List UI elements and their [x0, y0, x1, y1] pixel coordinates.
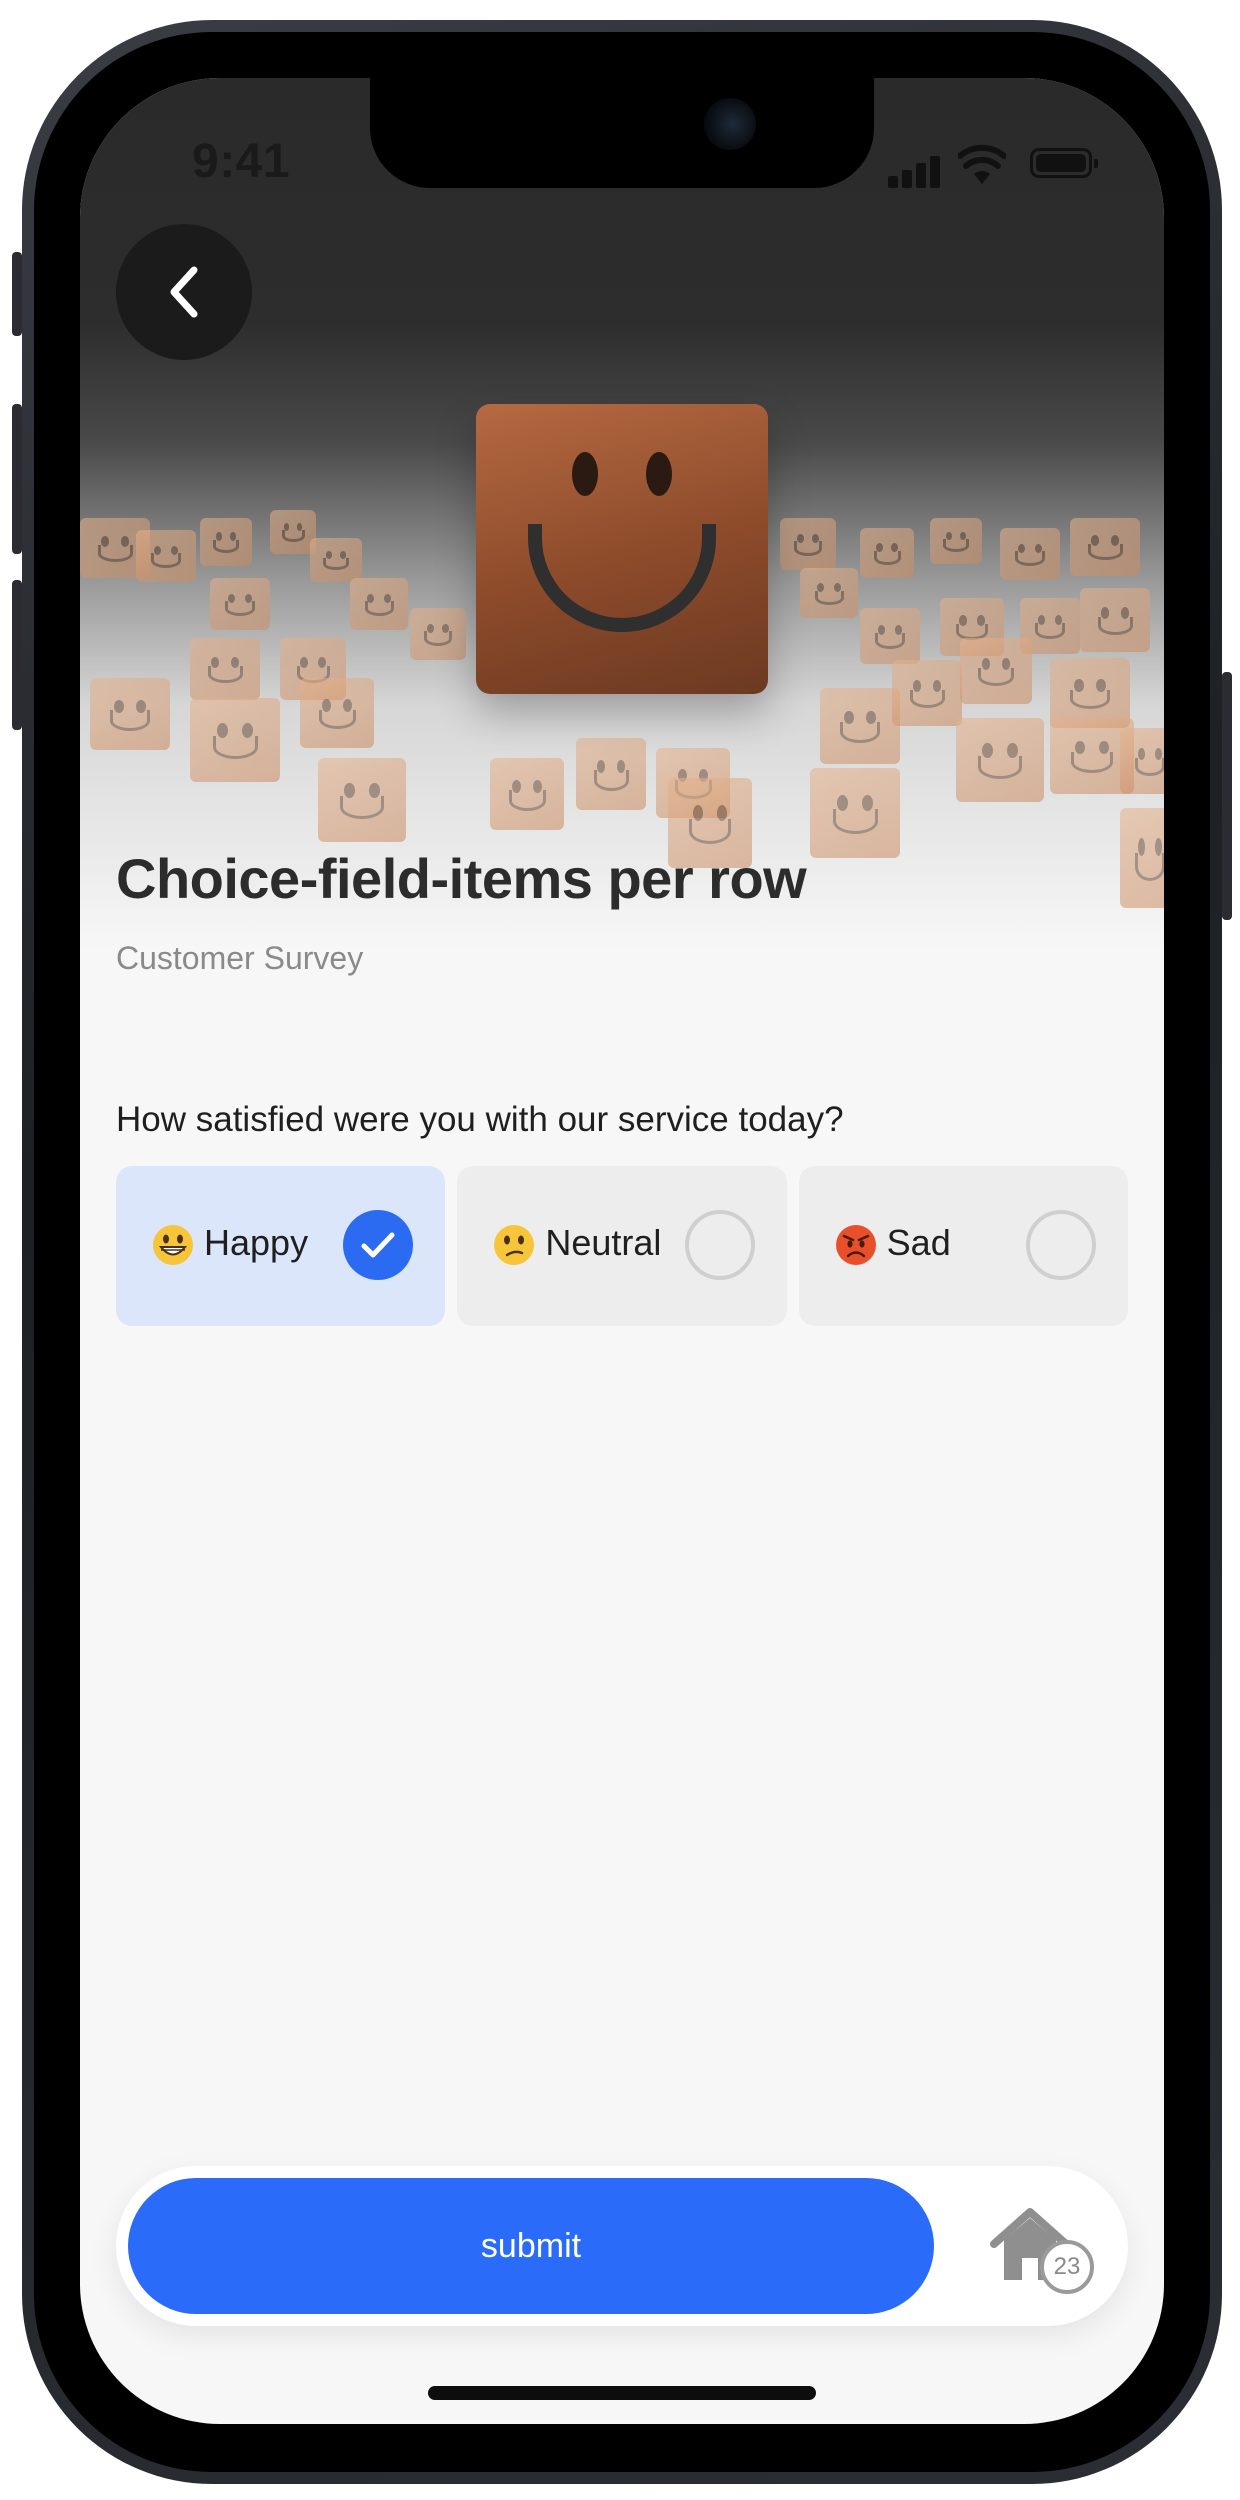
home-badge-count: 23 — [1040, 2240, 1094, 2294]
wifi-icon — [958, 144, 1006, 184]
volume-up-button — [12, 404, 22, 554]
grinning-face-icon — [153, 1225, 193, 1265]
back-button[interactable] — [116, 224, 252, 360]
checkmark-icon — [361, 1232, 395, 1258]
front-camera — [704, 98, 756, 150]
battery-icon — [1030, 148, 1098, 178]
power-button — [1222, 672, 1232, 920]
submit-button[interactable]: submit — [128, 2178, 934, 2314]
mute-switch — [12, 252, 22, 336]
radio-checked[interactable] — [343, 1210, 414, 1280]
choice-neutral[interactable]: Neutral — [457, 1166, 787, 1326]
chevron-left-icon — [170, 266, 198, 318]
home-indicator[interactable] — [428, 2386, 816, 2400]
page-subtitle: Customer Survey — [116, 940, 364, 976]
choice-label: Sad — [886, 1222, 951, 1263]
choice-label: Neutral — [545, 1222, 662, 1263]
choice-happy[interactable]: Happy — [116, 1166, 446, 1326]
status-time: 9:41 — [192, 135, 291, 188]
choice-label: Happy — [204, 1222, 309, 1263]
choice-field-group: Happy Neutral Sad — [116, 1166, 1128, 1326]
hero-image — [80, 78, 1164, 948]
radio-unchecked[interactable] — [1025, 1210, 1096, 1280]
cellular-signal-icon — [888, 150, 948, 188]
survey-question: How satisfied were you with our service … — [116, 1100, 844, 1139]
choice-sad[interactable]: Sad — [798, 1166, 1128, 1326]
bottom-action-bar: submit 23 — [116, 2166, 1128, 2326]
smiley-cube-image — [476, 404, 768, 694]
notch — [370, 78, 874, 188]
radio-unchecked[interactable] — [684, 1210, 755, 1280]
confused-face-icon — [494, 1225, 535, 1265]
app-screen: 9:41 Choice-field-items per row Customer… — [80, 78, 1164, 2424]
status-bar: 9:41 — [80, 78, 1164, 208]
angry-face-icon — [835, 1225, 876, 1265]
volume-down-button — [12, 580, 22, 730]
page-title: Choice-field-items per row — [116, 847, 807, 910]
